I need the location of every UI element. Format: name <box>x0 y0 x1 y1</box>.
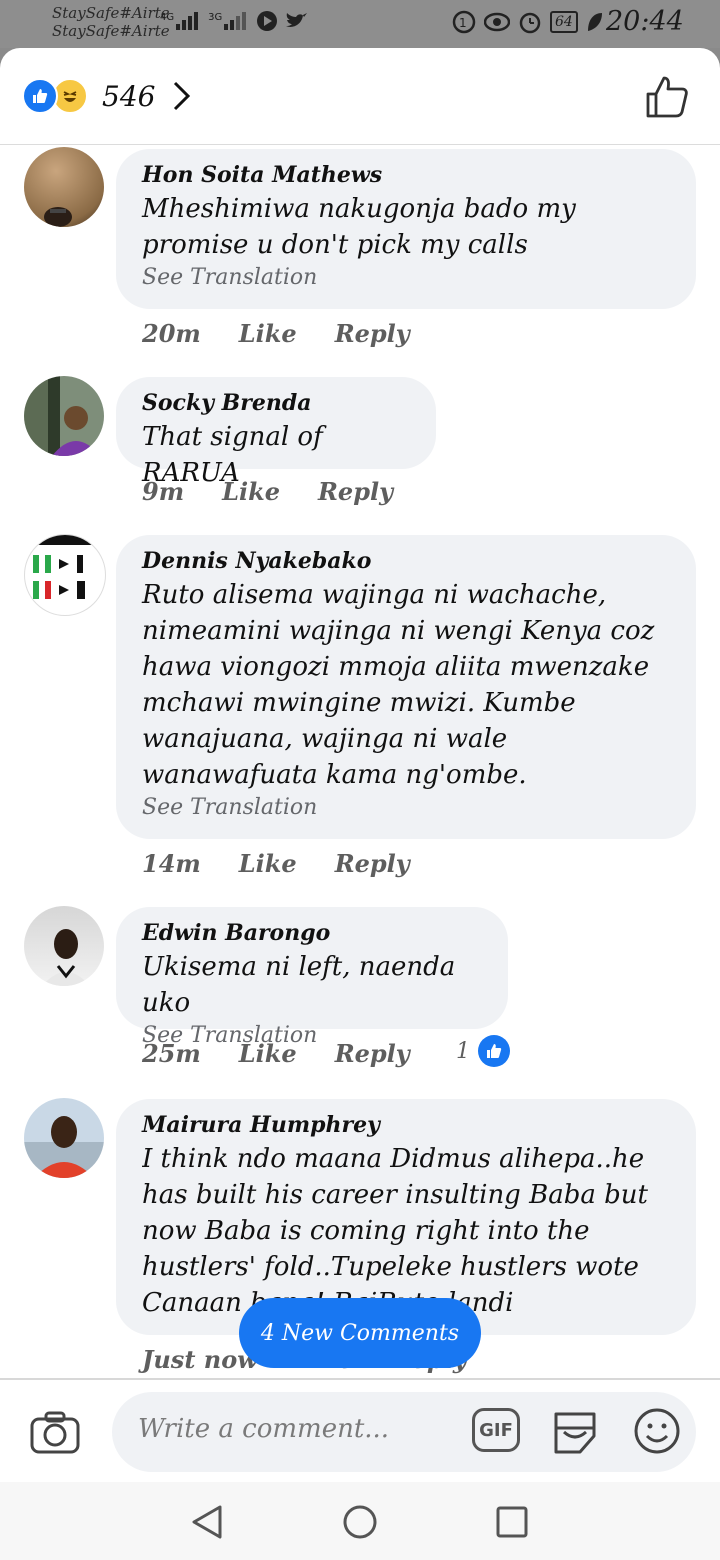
youtube-icon <box>257 11 278 31</box>
comment-reaction-count[interactable]: 1 <box>456 1035 510 1067</box>
comment-text: Ruto alisema wajinga ni wachache, nimeam… <box>142 580 655 790</box>
comment-bubble[interactable]: Hon Soita Mathews Mheshimiwa nakugonja b… <box>116 149 696 309</box>
reply-button[interactable]: Reply <box>318 477 393 506</box>
comment-time: 25m <box>142 1039 201 1068</box>
comments-sheet: 546 Hon Soita Mathews Mheshimiwa nakugon… <box>0 48 720 1560</box>
reply-button[interactable]: Reply <box>335 849 410 878</box>
system-nav-bar <box>0 1482 720 1560</box>
comment-time: 9m <box>142 477 185 506</box>
comment-time: Just now <box>142 1345 258 1374</box>
eye-comfort-icon <box>484 12 510 32</box>
comment-bubble[interactable]: Socky Brenda That signal of RARUA <box>116 377 436 488</box>
comment-actions: 14m Like Reply <box>142 849 448 878</box>
alarm-icon <box>519 12 541 34</box>
status-bar: StaySafe#Airte StaySafe#Airte 4G 3G 1 64… <box>0 0 720 48</box>
like-comment-button[interactable]: Like <box>239 319 297 348</box>
carrier-2: StaySafe#Airte <box>52 22 170 40</box>
like-comment-button[interactable]: Like <box>239 849 297 878</box>
see-translation-link[interactable]: See Translation <box>142 793 670 823</box>
comment-text: I think ndo maana Didmus alihepa..he has… <box>142 1144 648 1318</box>
comment-actions: 9m Like Reply <box>142 477 431 506</box>
comment-composer: Write a comment... GIF <box>0 1378 720 1484</box>
clock: 20:44 <box>606 6 684 37</box>
comments-header: 546 <box>0 48 720 145</box>
comment-author[interactable]: Hon Soita Mathews <box>142 159 670 191</box>
like-comment-button[interactable]: Like <box>239 1039 297 1068</box>
comment-text: Ukisema ni left, naenda uko <box>142 952 456 1018</box>
avatar[interactable] <box>24 1098 104 1178</box>
back-icon[interactable] <box>190 1504 224 1540</box>
comment-bubble[interactable]: Dennis Nyakebako Ruto alisema wajinga ni… <box>116 535 696 839</box>
data-saver-icon: 1 <box>452 10 476 34</box>
like-reaction-icon <box>22 78 58 114</box>
chevron-right-icon <box>174 81 191 111</box>
like-reaction-icon <box>478 1035 510 1067</box>
avatar[interactable] <box>24 147 104 227</box>
comment-author[interactable]: Mairura Humphrey <box>142 1109 670 1141</box>
system-icons: 1 64 <box>452 10 604 34</box>
like-comment-button[interactable]: Like <box>222 477 280 506</box>
see-translation-link[interactable]: See Translation <box>142 263 670 293</box>
svg-text:1: 1 <box>459 16 467 30</box>
comment-input[interactable]: Write a comment... GIF <box>112 1392 696 1472</box>
comment-bubble[interactable]: Edwin Barongo Ukisema ni left, naenda uk… <box>116 907 508 1048</box>
comment-author[interactable]: Socky Brenda <box>142 387 410 419</box>
comment-author[interactable]: Dennis Nyakebako <box>142 545 670 577</box>
reaction-count: 546 <box>102 79 156 113</box>
signal-4g-icon: 4G <box>160 12 202 30</box>
twitter-icon <box>286 13 308 27</box>
battery-icon: 64 <box>550 11 578 33</box>
like-post-button[interactable] <box>644 74 690 120</box>
gif-button[interactable]: GIF <box>472 1408 520 1452</box>
emoji-icon[interactable] <box>632 1406 682 1456</box>
leaf-icon <box>587 13 602 31</box>
reply-button[interactable]: Reply <box>335 319 410 348</box>
comment-input-placeholder: Write a comment... <box>138 1414 390 1444</box>
new-comments-button[interactable]: 4 New Comments <box>239 1298 481 1368</box>
sticker-icon[interactable] <box>550 1406 600 1456</box>
carrier-labels: StaySafe#Airte StaySafe#Airte <box>52 3 170 41</box>
signal-icons: 4G 3G <box>160 10 308 32</box>
comment-time: 20m <box>142 319 201 348</box>
comment-author[interactable]: Edwin Barongo <box>142 917 482 949</box>
reactions-summary[interactable]: 546 <box>22 78 191 114</box>
comment-text: Mheshimiwa nakugonja bado my promise u d… <box>142 194 576 260</box>
comment-time: 14m <box>142 849 201 878</box>
camera-icon[interactable] <box>30 1410 80 1454</box>
carrier-1: StaySafe#Airte <box>52 4 170 22</box>
avatar[interactable] <box>24 534 106 616</box>
comment-actions: 25m Like Reply <box>142 1039 448 1068</box>
signal-3g-icon: 3G <box>208 12 250 30</box>
avatar[interactable] <box>24 906 104 986</box>
avatar[interactable] <box>24 376 104 456</box>
recent-apps-icon[interactable] <box>496 1506 528 1538</box>
comment-actions: 20m Like Reply <box>142 319 448 348</box>
reply-button[interactable]: Reply <box>335 1039 410 1068</box>
home-icon[interactable] <box>342 1504 378 1540</box>
